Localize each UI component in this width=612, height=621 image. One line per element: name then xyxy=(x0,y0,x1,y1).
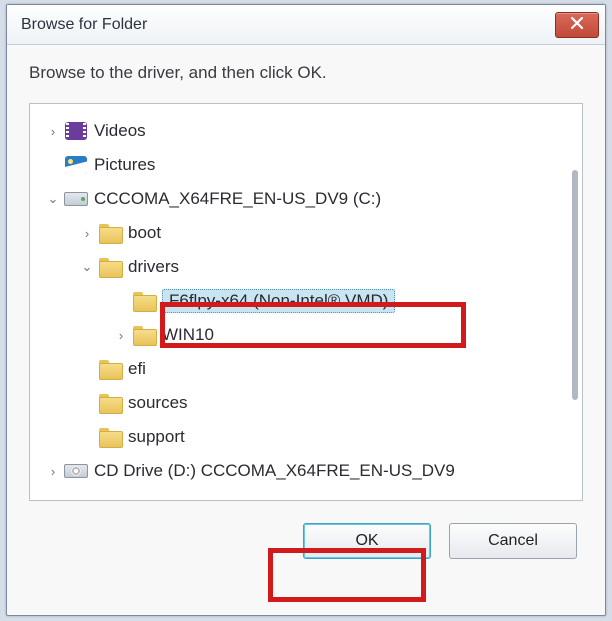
tree-item-label: CD Drive (D:) CCCOMA_X64FRE_EN-US_DV9 xyxy=(94,461,455,481)
chevron-right-icon[interactable]: › xyxy=(112,328,130,343)
folder xyxy=(98,358,122,380)
scrollbar[interactable] xyxy=(570,116,580,488)
chevron-right-icon[interactable]: › xyxy=(78,226,96,241)
tree-row[interactable]: ⌄ CCCOMA_X64FRE_EN-US_DV9 (C:) xyxy=(36,182,578,216)
tree-item-label: Videos xyxy=(94,121,146,141)
indent xyxy=(36,131,44,132)
pictures-icon xyxy=(64,154,88,176)
scroll-thumb[interactable] xyxy=(572,170,578,400)
close-icon xyxy=(570,16,584,34)
tree-item-label: boot xyxy=(128,223,161,243)
tree-item-label: F6flpy-x64 (Non-Intel® VMD) xyxy=(162,289,395,313)
cancel-button[interactable]: Cancel xyxy=(449,523,577,559)
indent xyxy=(36,369,78,370)
titlebar: Browse for Folder xyxy=(7,5,605,45)
tree-row[interactable]: › WIN10 xyxy=(36,318,578,352)
tree-item-label: drivers xyxy=(128,257,179,277)
tree-row[interactable]: › CD Drive (D:) CCCOMA_X64FRE_EN-US_DV9 xyxy=(36,454,578,488)
tree-row[interactable]: › Videos xyxy=(36,114,578,148)
chevron-right-icon[interactable]: › xyxy=(44,464,62,479)
folder xyxy=(98,256,122,278)
folder xyxy=(98,392,122,414)
tree-row[interactable]: ⌄ drivers xyxy=(36,250,578,284)
tree-row[interactable]: ›support xyxy=(36,420,578,454)
instruction-text: Browse to the driver, and then click OK. xyxy=(7,45,605,95)
tree-item-label: sources xyxy=(128,393,188,413)
folder xyxy=(98,426,122,448)
tree-item-label: WIN10 xyxy=(162,325,214,345)
drive-hdd xyxy=(64,188,88,210)
button-row: OK Cancel xyxy=(7,501,605,581)
indent xyxy=(36,233,78,234)
tree-row[interactable]: ›efi xyxy=(36,352,578,386)
tree-row[interactable]: ›Pictures xyxy=(36,148,578,182)
tree-row[interactable]: › boot xyxy=(36,216,578,250)
browse-folder-dialog: Browse for Folder Browse to the driver, … xyxy=(6,4,606,616)
tree-row[interactable]: ›F6flpy-x64 (Non-Intel® VMD) xyxy=(36,284,578,318)
dialog-title: Browse for Folder xyxy=(21,16,147,34)
indent xyxy=(36,471,44,472)
indent xyxy=(36,437,78,438)
chevron-right-icon[interactable]: › xyxy=(44,124,62,139)
tree-item-label: support xyxy=(128,427,185,447)
tree-row[interactable]: ›sources xyxy=(36,386,578,420)
ok-button-label: OK xyxy=(355,532,378,550)
folder-tree: ›Videos›Pictures⌄CCCOMA_X64FRE_EN-US_DV9… xyxy=(29,103,583,501)
indent xyxy=(36,403,78,404)
folder xyxy=(98,222,122,244)
indent xyxy=(36,301,112,302)
indent xyxy=(36,199,44,200)
tree-item-label: CCCOMA_X64FRE_EN-US_DV9 (C:) xyxy=(94,189,381,209)
videos-icon xyxy=(64,120,88,142)
indent xyxy=(36,335,112,336)
drive-cd xyxy=(64,460,88,482)
ok-button[interactable]: OK xyxy=(303,523,431,559)
chevron-down-icon[interactable]: ⌄ xyxy=(78,259,96,275)
cancel-button-label: Cancel xyxy=(488,532,538,550)
tree-item-label: Pictures xyxy=(94,155,155,175)
chevron-down-icon[interactable]: ⌄ xyxy=(44,191,62,207)
tree-item-label: efi xyxy=(128,359,146,379)
indent xyxy=(36,165,44,166)
close-button[interactable] xyxy=(555,12,599,38)
folder xyxy=(132,290,156,312)
indent xyxy=(36,267,78,268)
tree-body: ›Videos›Pictures⌄CCCOMA_X64FRE_EN-US_DV9… xyxy=(30,104,582,500)
folder xyxy=(132,324,156,346)
